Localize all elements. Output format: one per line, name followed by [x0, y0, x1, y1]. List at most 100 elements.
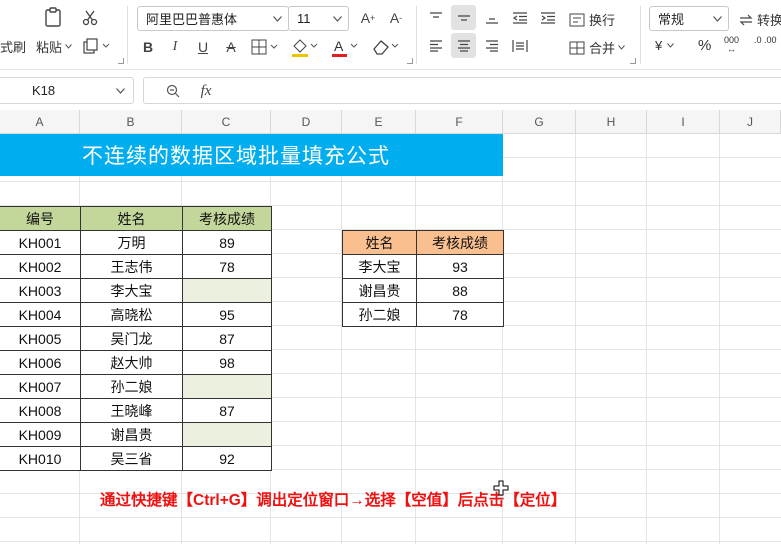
decrease-font-icon[interactable]: A- — [386, 8, 406, 28]
table-cell[interactable]: KH005 — [0, 326, 81, 351]
convert-button[interactable]: 转换 — [738, 10, 781, 29]
column-header-c[interactable]: C — [182, 110, 271, 134]
clipboard-launcher[interactable] — [118, 58, 124, 64]
table-cell[interactable]: 王志伟 — [80, 254, 183, 279]
table-header-cell[interactable]: 考核成绩 — [182, 206, 272, 231]
table-cell[interactable]: 87 — [182, 326, 272, 351]
italic-button[interactable]: I — [165, 37, 185, 57]
table-cell[interactable]: 李大宝 — [342, 254, 417, 279]
justify-icon[interactable] — [510, 36, 530, 56]
increase-indent-icon[interactable] — [538, 8, 558, 28]
align-right-icon[interactable] — [482, 36, 502, 56]
table-header-cell[interactable]: 姓名 — [80, 206, 183, 231]
table-cell[interactable] — [182, 422, 272, 447]
align-center-icon[interactable] — [451, 33, 476, 58]
decrease-indent-icon[interactable] — [510, 8, 530, 28]
wrap-text-button[interactable]: 换行 — [569, 10, 615, 29]
table-header-cell[interactable]: 编号 — [0, 206, 81, 231]
table-cell[interactable]: 孙二娘 — [80, 374, 183, 399]
merge-button[interactable]: 合并 — [569, 38, 625, 57]
eraser-icon[interactable] — [370, 36, 402, 58]
align-left-icon[interactable] — [426, 36, 446, 56]
table-cell[interactable]: 78 — [416, 302, 504, 327]
table-cell[interactable]: KH008 — [0, 398, 81, 423]
column-header-g[interactable]: G — [503, 110, 576, 134]
column-header-i[interactable]: I — [647, 110, 720, 134]
decimal-button[interactable]: .0 .00 — [754, 36, 777, 45]
table-cell[interactable]: 赵大帅 — [80, 350, 183, 375]
table-cell[interactable]: 92 — [182, 446, 272, 471]
paste-button[interactable]: 粘贴 — [36, 37, 72, 56]
table-cell[interactable]: 89 — [182, 230, 272, 255]
font-color-icon[interactable]: A — [330, 36, 360, 58]
name-box[interactable]: K18 — [0, 77, 134, 104]
table-cell[interactable]: 78 — [182, 254, 272, 279]
increase-font-icon[interactable]: A + — [358, 8, 378, 28]
table-cell[interactable]: 李大宝 — [80, 278, 183, 303]
table-cell[interactable]: 吴门龙 — [80, 326, 183, 351]
table-cell[interactable]: KH010 — [0, 446, 81, 471]
currency-label: ¥ — [655, 38, 663, 53]
currency-button[interactable]: ¥ — [655, 38, 675, 53]
table-cell[interactable]: 93 — [416, 254, 504, 279]
table-cell[interactable]: KH003 — [0, 278, 81, 303]
underline-button[interactable]: U — [193, 37, 213, 57]
align-middle-icon[interactable] — [451, 5, 476, 30]
column-header-f[interactable]: F — [416, 110, 503, 134]
border-icon[interactable] — [250, 37, 280, 57]
bold-button[interactable]: B — [138, 37, 158, 57]
table-cell[interactable]: KH001 — [0, 230, 81, 255]
strikethrough-icon[interactable]: A — [221, 37, 241, 57]
column-header-h[interactable]: H — [576, 110, 647, 134]
alignment-launcher[interactable] — [630, 58, 636, 64]
table-cell[interactable]: 万明 — [80, 230, 183, 255]
table-cell[interactable]: 98 — [182, 350, 272, 375]
font-name-select[interactable]: 阿里巴巴普惠体 — [137, 6, 289, 31]
column-header-j[interactable]: J — [720, 110, 781, 134]
formula-input[interactable]: fx — [143, 77, 781, 104]
align-bottom-icon[interactable] — [482, 8, 502, 28]
table-header-cell[interactable]: 姓名 — [342, 230, 417, 255]
format-painter-label: 式刷 — [0, 40, 27, 55]
zoom-icon[interactable] — [164, 82, 182, 100]
font-launcher[interactable] — [407, 58, 413, 64]
spreadsheet-grid[interactable]: ABCDEFGHIJ 不连续的数据区域批量填充公式 编号 姓名 考核成绩 KH001 万… — [0, 110, 781, 544]
table-cell[interactable]: 95 — [182, 302, 272, 327]
table-cell[interactable]: 高晓松 — [80, 302, 183, 327]
function-icon[interactable]: fx — [195, 81, 217, 101]
title-banner[interactable]: 不连续的数据区域批量填充公式 — [0, 134, 503, 176]
fill-color-icon[interactable] — [290, 36, 320, 58]
percent-button[interactable]: % — [698, 37, 711, 54]
number-format-select[interactable]: 常规 — [649, 6, 729, 31]
thousands-button[interactable]: 000 ↔ — [724, 36, 739, 54]
formula-bar: K18 fx — [0, 76, 781, 106]
align-top-icon[interactable] — [426, 8, 446, 28]
column-header-b[interactable]: B — [80, 110, 182, 134]
table-cell[interactable]: 87 — [182, 398, 272, 423]
paste-icon[interactable] — [42, 6, 64, 28]
column-header-e[interactable]: E — [342, 110, 416, 134]
column-header-d[interactable]: D — [271, 110, 342, 134]
table-cell[interactable]: 88 — [416, 278, 504, 303]
table-cell[interactable] — [182, 374, 272, 399]
table-cell[interactable]: KH007 — [0, 374, 81, 399]
copy-icon[interactable] — [82, 36, 112, 56]
font-size-select[interactable]: 11 — [288, 6, 349, 31]
format-painter-button[interactable]: 式刷 — [0, 37, 26, 56]
table-header-cell[interactable]: 考核成绩 — [416, 230, 504, 255]
column-header-a[interactable]: A — [0, 110, 80, 134]
table-cell[interactable]: KH006 — [0, 350, 81, 375]
cut-icon[interactable] — [80, 8, 100, 28]
grid-line — [0, 517, 781, 518]
table-cell[interactable]: KH002 — [0, 254, 81, 279]
table-cell[interactable]: 吴三省 — [80, 446, 183, 471]
convert-label: 转换 — [757, 13, 781, 28]
table-cell[interactable]: 孙二娘 — [342, 302, 417, 327]
grid-line — [0, 541, 781, 542]
table-cell[interactable] — [182, 278, 272, 303]
table-cell[interactable]: KH009 — [0, 422, 81, 447]
table-cell[interactable]: 谢昌贵 — [342, 278, 417, 303]
table-cell[interactable]: 谢昌贵 — [80, 422, 183, 447]
table-cell[interactable]: 王晓峰 — [80, 398, 183, 423]
table-cell[interactable]: KH004 — [0, 302, 81, 327]
